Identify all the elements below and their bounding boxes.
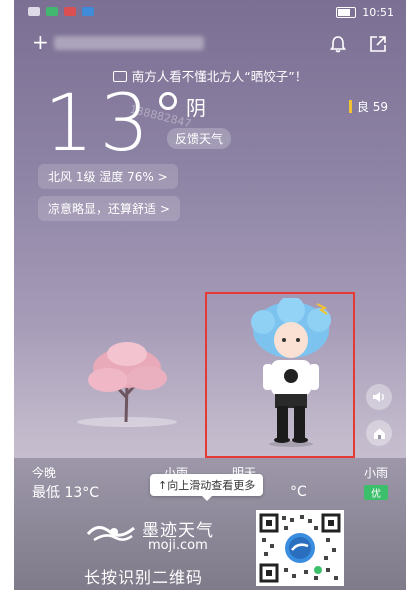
bottom-panel: 今晚 最低 13°C 小雨 明天 °C 小雨 优 ↑向上滑动查看更多 墨迹天气 … bbox=[14, 458, 406, 590]
app-notification-icon bbox=[46, 7, 58, 16]
forecast-tomorrow-temp: °C bbox=[290, 484, 307, 500]
wind-humidity-pill[interactable]: 北风 1级 湿度 76% > bbox=[38, 164, 178, 189]
share-icon[interactable] bbox=[368, 34, 388, 54]
brand-row: 墨迹天气 moji.com 长按识别二维码 bbox=[14, 506, 406, 590]
phone-screen: 10:51 + 南方人看不懂北方人“晒饺子”！ 13 阴 138882847 反… bbox=[14, 0, 406, 590]
degree-icon bbox=[159, 92, 177, 110]
app-notification-icon bbox=[64, 7, 76, 16]
news-text: 南方人看不懂北方人“晒饺子”！ bbox=[131, 69, 308, 84]
aqi-bar-icon bbox=[348, 100, 352, 113]
comfort-pill[interactable]: 凉意略显，还算舒适 > bbox=[38, 196, 180, 221]
qr-code[interactable] bbox=[256, 510, 344, 586]
current-temperature: 13 bbox=[44, 79, 156, 169]
top-bar: + bbox=[14, 30, 406, 62]
battery-icon bbox=[336, 7, 357, 18]
home-scene-button[interactable] bbox=[366, 420, 392, 446]
forecast-strip[interactable]: 今晚 最低 13°C 小雨 明天 °C 小雨 优 ↑向上滑动查看更多 bbox=[14, 458, 406, 506]
avatar-character[interactable] bbox=[241, 298, 341, 448]
feedback-button[interactable]: 反馈天气 bbox=[167, 128, 232, 149]
status-time: 10:51 bbox=[362, 6, 394, 19]
forecast-tonight-low: 最低 13°C bbox=[32, 485, 100, 501]
status-icons-right: 10:51 bbox=[336, 6, 394, 19]
forecast-tonight-label: 今晚 bbox=[32, 466, 57, 480]
air-quality-badge: 优 bbox=[364, 485, 388, 500]
app-notification-icon bbox=[82, 7, 94, 16]
aqi-label: 良 59 bbox=[356, 100, 388, 114]
moji-logo-icon bbox=[86, 526, 135, 542]
longpress-hint: 长按识别二维码 bbox=[84, 568, 204, 587]
plus-icon[interactable]: + bbox=[32, 32, 49, 52]
speaker-icon bbox=[373, 392, 384, 402]
status-bar: 10:51 bbox=[14, 0, 406, 26]
blossom-tree-illustration bbox=[77, 342, 177, 427]
city-name-blurred[interactable] bbox=[54, 36, 204, 50]
house-icon bbox=[373, 428, 385, 439]
signal-icon bbox=[28, 7, 40, 16]
status-icons-left bbox=[28, 7, 94, 16]
forecast-tomorrow-condition: 小雨 bbox=[363, 466, 388, 480]
swipe-up-tooltip[interactable]: ↑向上滑动查看更多 bbox=[150, 474, 264, 501]
bell-icon[interactable] bbox=[328, 34, 348, 54]
sound-button[interactable] bbox=[366, 384, 392, 410]
brand-name-en: moji.com bbox=[148, 538, 208, 553]
aqi-badge[interactable]: 良 59 bbox=[348, 98, 388, 115]
